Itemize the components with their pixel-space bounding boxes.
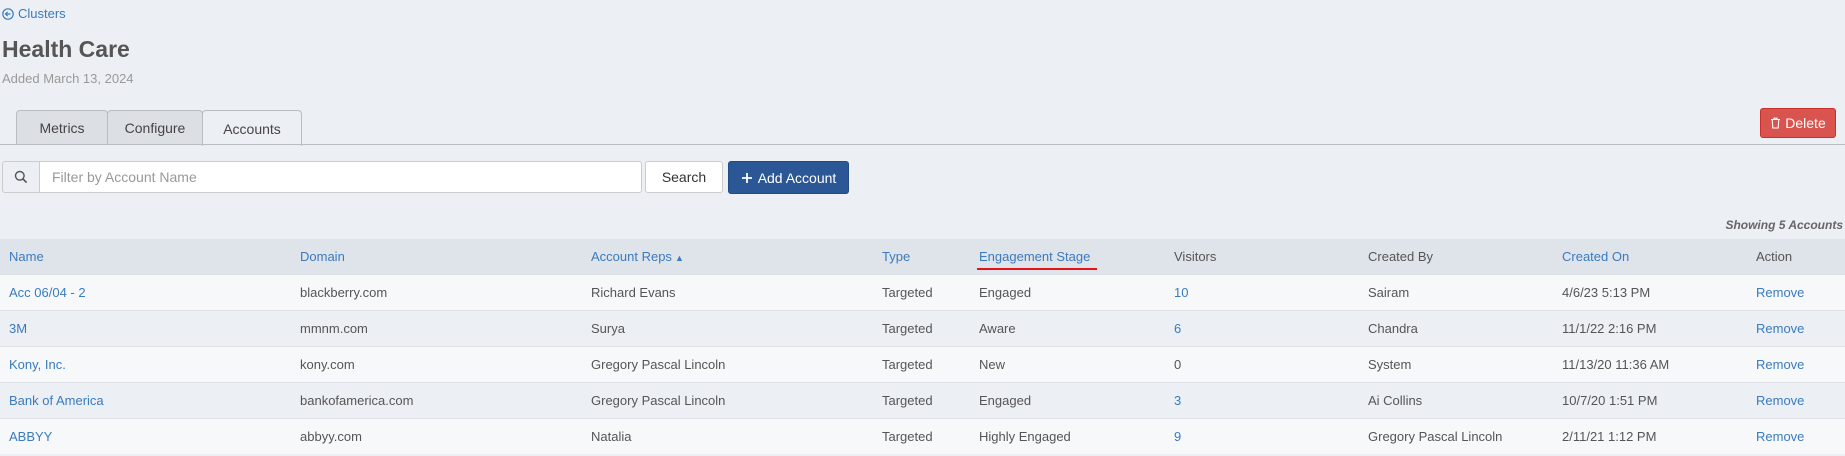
remove-link[interactable]: Remove xyxy=(1756,321,1804,336)
created-on: 11/13/20 11:36 AM xyxy=(1553,346,1747,383)
account-name-link[interactable]: Kony, Inc. xyxy=(9,357,66,372)
account-domain: mmnm.com xyxy=(291,310,582,347)
visitors-link[interactable]: 6 xyxy=(1174,321,1181,336)
engagement-stage: Engaged xyxy=(970,274,1165,311)
table-header-row: Name Domain Account Reps ▲ Type Engagemen… xyxy=(0,239,1845,275)
back-link-label: Clusters xyxy=(18,6,66,21)
account-domain: bankofamerica.com xyxy=(291,382,582,419)
created-by: System xyxy=(1359,346,1553,383)
visitors-link[interactable]: 9 xyxy=(1174,429,1181,444)
remove-link[interactable]: Remove xyxy=(1756,429,1804,444)
column-header-created-by: Created By xyxy=(1359,239,1553,275)
tab-configure[interactable]: Configure xyxy=(107,110,203,145)
created-on: 2/11/21 1:12 PM xyxy=(1553,418,1747,454)
account-type: Targeted xyxy=(873,346,970,383)
account-domain: kony.com xyxy=(291,346,582,383)
account-name-link[interactable]: Acc 06/04 - 2 xyxy=(9,285,86,300)
column-header-engagement-stage[interactable]: Engagement Stage xyxy=(970,239,1165,275)
table-row: Kony, Inc. kony.com Gregory Pascal Linco… xyxy=(0,346,1845,383)
account-type: Targeted xyxy=(873,274,970,311)
add-account-label: Add Account xyxy=(757,169,837,186)
created-by: Chandra xyxy=(1359,310,1553,347)
delete-button[interactable]: Delete xyxy=(1760,108,1836,138)
search-addon xyxy=(2,161,40,193)
table-row: 3M mmnm.com Surya Targeted Aware 6 Chand… xyxy=(0,310,1845,347)
created-on: 11/1/22 2:16 PM xyxy=(1553,310,1747,347)
table-row: Acc 06/04 - 2 blackberry.com Richard Eva… xyxy=(0,274,1845,311)
created-by: Gregory Pascal Lincoln xyxy=(1359,418,1553,454)
trash-icon xyxy=(1771,117,1781,129)
account-type: Targeted xyxy=(873,382,970,419)
back-to-clusters-link[interactable]: Clusters xyxy=(2,6,66,21)
account-type: Targeted xyxy=(873,310,970,347)
account-reps: Richard Evans xyxy=(582,274,873,311)
tab-accounts[interactable]: Accounts xyxy=(202,110,302,146)
account-reps: Gregory Pascal Lincoln xyxy=(582,382,873,419)
column-header-domain[interactable]: Domain xyxy=(291,239,582,275)
created-on: 10/7/20 1:51 PM xyxy=(1553,382,1747,419)
remove-link[interactable]: Remove xyxy=(1756,357,1804,372)
created-by: Sairam xyxy=(1359,274,1553,311)
accounts-table: Name Domain Account Reps ▲ Type Engagemen… xyxy=(0,239,1845,454)
column-header-action: Action xyxy=(1747,239,1845,275)
account-filter-input[interactable] xyxy=(40,161,642,193)
column-header-created-on[interactable]: Created On xyxy=(1553,239,1747,275)
account-reps: Surya xyxy=(582,310,873,347)
caret-up-icon: ▲ xyxy=(674,253,684,263)
engagement-stage: Engaged xyxy=(970,382,1165,419)
search-button[interactable]: Search xyxy=(645,161,723,193)
visitors-link[interactable]: 3 xyxy=(1174,393,1181,408)
column-header-name[interactable]: Name xyxy=(0,239,291,275)
remove-link[interactable]: Remove xyxy=(1756,393,1804,408)
created-on: 4/6/23 5:13 PM xyxy=(1553,274,1747,311)
engagement-stage: New xyxy=(970,346,1165,383)
column-header-account-reps[interactable]: Account Reps ▲ xyxy=(582,239,873,275)
arrow-circle-left-icon xyxy=(2,7,14,20)
account-reps: Natalia xyxy=(582,418,873,454)
account-name-link[interactable]: ABBYY xyxy=(9,429,52,444)
column-header-type[interactable]: Type xyxy=(873,239,970,275)
remove-link[interactable]: Remove xyxy=(1756,285,1804,300)
visitors-link[interactable]: 10 xyxy=(1174,285,1188,300)
account-domain: abbyy.com xyxy=(291,418,582,454)
column-header-visitors: Visitors xyxy=(1165,239,1359,275)
table-row: ABBYY abbyy.com Natalia Targeted Highly … xyxy=(0,418,1845,454)
tab-metrics[interactable]: Metrics xyxy=(16,110,108,145)
account-name-link[interactable]: Bank of America xyxy=(9,393,104,408)
account-reps: Gregory Pascal Lincoln xyxy=(582,346,873,383)
engagement-stage: Aware xyxy=(970,310,1165,347)
showing-count: Showing 5 Accounts xyxy=(1725,218,1843,232)
created-by: Ai Collins xyxy=(1359,382,1553,419)
search-icon xyxy=(14,170,28,184)
delete-button-label: Delete xyxy=(1785,115,1826,131)
added-date: Added March 13, 2024 xyxy=(2,71,134,86)
table-row: Bank of America bankofamerica.com Gregor… xyxy=(0,382,1845,419)
account-type: Targeted xyxy=(873,418,970,454)
page-title: Health Care xyxy=(2,36,130,62)
engagement-stage: Highly Engaged xyxy=(970,418,1165,454)
account-filter-group xyxy=(2,161,642,193)
visitors-count: 0 xyxy=(1165,346,1359,383)
tab-bar: Metrics Configure Accounts xyxy=(16,110,302,146)
account-domain: blackberry.com xyxy=(291,274,582,311)
plus-icon xyxy=(741,172,752,183)
add-account-button[interactable]: Add Account xyxy=(728,161,849,194)
account-name-link[interactable]: 3M xyxy=(9,321,27,336)
tab-divider xyxy=(0,144,1845,145)
